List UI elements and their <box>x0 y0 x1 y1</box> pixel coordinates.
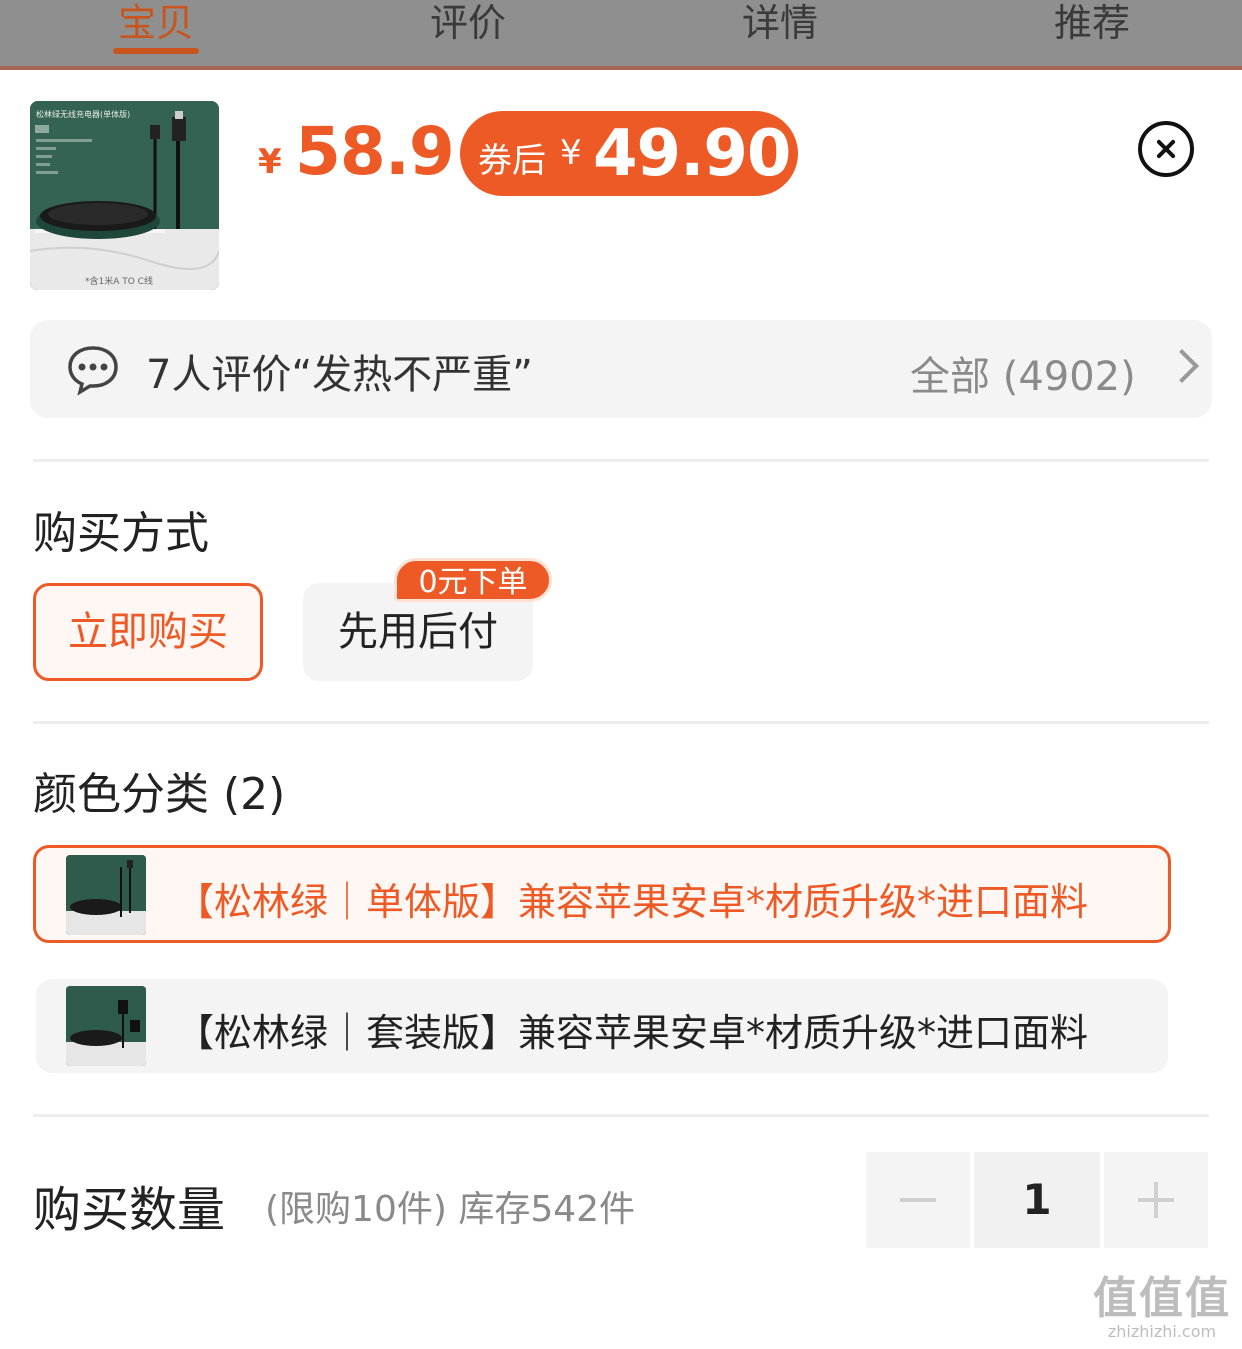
tab-reviews[interactable]: 评价 <box>368 0 568 47</box>
option-thumbnail <box>66 855 146 935</box>
site-watermark: 值值值 zhizhizhi.com <box>1092 1262 1232 1341</box>
watermark-url: zhizhizhi.com <box>1107 1322 1217 1341</box>
tab-baobei[interactable]: 宝贝 <box>56 0 256 47</box>
divider <box>33 721 1209 724</box>
active-tab-indicator <box>113 48 199 54</box>
purchase-method-title: 购买方式 <box>33 508 209 559</box>
zero-down-badge: 0元下单 <box>394 558 552 602</box>
tab-details[interactable]: 详情 <box>680 0 880 47</box>
close-icon[interactable] <box>1138 121 1194 177</box>
option-thumbnail <box>66 986 146 1066</box>
watermark-logo: 值值值 <box>1093 1273 1231 1324</box>
review-all-count[interactable]: 全部 (4902) <box>910 344 1136 402</box>
buy-now-option[interactable]: 立即购买 <box>33 583 263 681</box>
coupon-label: 券后 <box>478 141 546 181</box>
color-option-label: 【松林绿｜单体版】兼容苹果安卓*材质升级*进口面料 <box>176 880 1089 924</box>
coupon-price: 49.90 <box>593 117 791 191</box>
price-currency: ¥ <box>258 142 282 182</box>
quantity-input[interactable]: 1 <box>974 1152 1100 1248</box>
color-category-title: 颜色分类 (2) <box>33 769 286 820</box>
coupon-currency: ¥ <box>560 133 582 173</box>
thumb-title: 松林绿无线充电器(单体版) <box>36 109 130 119</box>
chevron-right-icon <box>1165 349 1199 383</box>
quantity-decrement-button[interactable] <box>866 1152 970 1248</box>
coupon-price-badge: 券后 ¥ 49.90 <box>460 111 798 196</box>
price-value: 58.9 <box>295 113 455 190</box>
thumb-caption: *含1米A TO C线 <box>85 275 153 287</box>
charger-image: 松林绿无线充电器(单体版) *含1米A TO C线 <box>30 101 219 290</box>
color-option-set[interactable]: 【松林绿｜套装版】兼容苹果安卓*材质升级*进口面料 <box>36 979 1168 1073</box>
chat-bubble-icon <box>68 346 118 396</box>
product-thumbnail[interactable]: 松林绿无线充电器(单体版) *含1米A TO C线 <box>30 101 219 290</box>
color-option-label: 【松林绿｜套装版】兼容苹果安卓*材质升级*进口面料 <box>176 1011 1089 1055</box>
review-summary-bar[interactable]: 7人评价“发热不严重” 全部 (4902) <box>30 320 1212 418</box>
review-highlight-text: 7人评价“发热不严重” <box>146 352 533 398</box>
color-option-single[interactable]: 【松林绿｜单体版】兼容苹果安卓*材质升级*进口面料 <box>33 845 1171 943</box>
divider <box>33 1114 1209 1117</box>
quantity-limit-stock: (限购10件) 库存542件 <box>265 1189 636 1230</box>
tab-recommend[interactable]: 推荐 <box>992 0 1192 47</box>
top-tab-bar: 宝贝 评价 详情 推荐 <box>0 0 1242 70</box>
divider <box>33 459 1209 462</box>
quantity-title: 购买数量 <box>33 1182 226 1238</box>
quantity-increment-button[interactable] <box>1104 1152 1208 1248</box>
